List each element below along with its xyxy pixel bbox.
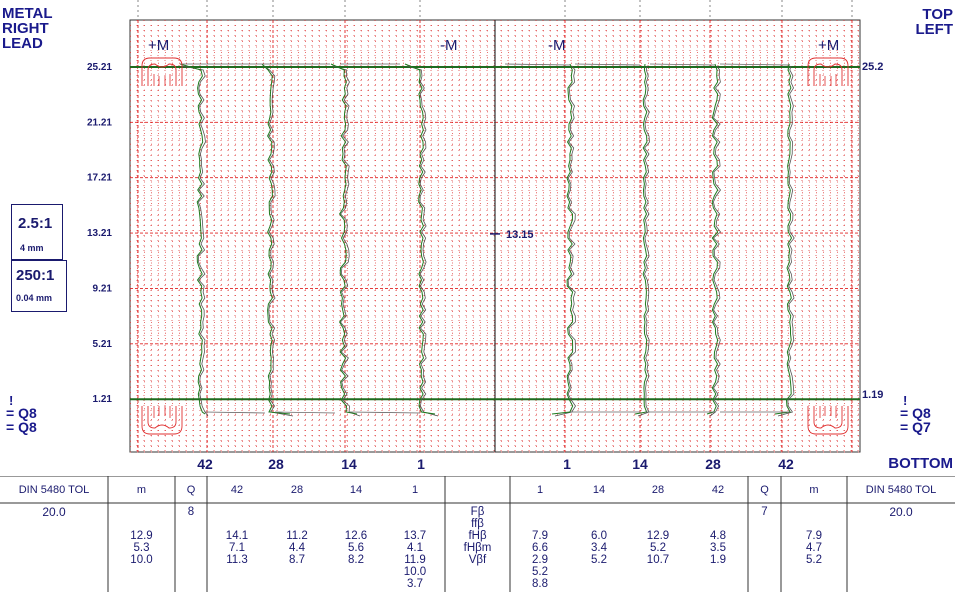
- y-tick-label: 9.21: [93, 283, 113, 294]
- tooth-label-left: 42: [197, 456, 213, 472]
- tooth-label-left: 28: [268, 456, 284, 472]
- left-tol-header: DIN 5480 TOL: [18, 484, 90, 496]
- tooth-label-left: 14: [341, 456, 357, 472]
- left-tooth-42-header: 42: [230, 484, 244, 496]
- right-q-value: 7: [761, 506, 768, 518]
- parameter-name: Fβ: [470, 506, 485, 518]
- parameter-name: Vβf: [468, 554, 487, 566]
- y-tick-label: 13.21: [87, 228, 112, 239]
- y-tick-label: 21.21: [87, 117, 112, 128]
- parameter-names: Fβ ffβ fHβ fHβm Vβf: [445, 506, 510, 566]
- left-tol-value: 20.0: [42, 505, 66, 519]
- top-guides: [137, 0, 853, 20]
- right-m-header: m: [809, 484, 819, 496]
- y-tick-label: 17.21: [87, 173, 112, 184]
- parameter-name: fHβm: [463, 542, 492, 554]
- left-m-header: m: [136, 484, 147, 496]
- right-tol-header: DIN 5480 TOL: [865, 484, 937, 496]
- lower-limit-label: 1.19: [862, 389, 883, 401]
- right-m-values: 7.9 4.7 5.2: [806, 530, 822, 566]
- results-table: DIN 5480 TOL m Q 42 28 14 1 1 14 28 42 Q…: [0, 476, 955, 592]
- tooth-label-right: 1: [563, 456, 571, 472]
- tooth-label-right: 14: [632, 456, 648, 472]
- right-tol-value: 20.0: [889, 505, 913, 519]
- left-tooth-1-header: 1: [411, 484, 419, 496]
- right-tooth-14-header: 14: [592, 484, 606, 496]
- parameter-name: fHβ: [468, 530, 487, 542]
- m-marker: -M: [440, 37, 458, 54]
- y-tick-label: 5.21: [93, 339, 113, 350]
- left-m-values: 12.9 5.3 10.0: [130, 530, 153, 566]
- parameter-name: ffβ: [471, 518, 484, 530]
- tooth-label-left: 1: [417, 456, 425, 472]
- right-tooth-1-values: 7.9 6.6 2.9 5.2 8.8: [532, 530, 548, 590]
- right-tooth-42-header: 42: [711, 484, 725, 496]
- right-q-header: Q: [760, 484, 769, 496]
- left-tooth-42-values: 14.1 7.1 11.3: [225, 530, 249, 566]
- lead-chart: 25.21 21.21 17.21 13.21 9.21 5.21 1.21 25.2 1.1…: [87, 0, 883, 472]
- tooth-label-right: 28: [705, 456, 721, 472]
- left-tooth-14-header: 14: [349, 484, 363, 496]
- right-tooth-42-values: 4.8 3.5 1.9: [710, 530, 726, 566]
- m-marker: +M: [148, 37, 169, 54]
- left-tooth-28-values: 11.2 4.4 8.7: [286, 530, 308, 566]
- y-tick-label: 1.21: [93, 394, 113, 405]
- center-label: 13.15: [506, 229, 534, 241]
- left-q-header: Q: [186, 484, 196, 496]
- left-tooth-14-values: 12.6 5.6 8.2: [344, 530, 368, 566]
- y-tick-label: 25.21: [87, 62, 112, 73]
- y-axis-ticks: 25.21 21.21 17.21 13.21 9.21 5.21 1.21: [87, 62, 112, 405]
- m-marker: -M: [548, 37, 566, 54]
- left-tooth-28-header: 28: [290, 484, 304, 496]
- right-tooth-28-values: 12.9 5.2 10.7: [646, 530, 670, 566]
- tooth-labels: 42 28 14 1 1 14 28 42: [197, 456, 794, 472]
- tooth-label-right: 42: [778, 456, 794, 472]
- left-tooth-1-values: 13.7 4.1 11.9 10.0 3.7: [403, 530, 427, 590]
- left-q-value: 8: [187, 506, 195, 518]
- right-tooth-1-header: 1: [536, 484, 544, 496]
- upper-limit-label: 25.2: [862, 61, 883, 73]
- m-marker: +M: [818, 37, 839, 54]
- right-tooth-14-values: 6.0 3.4 5.2: [591, 530, 607, 566]
- right-tooth-28-header: 28: [651, 484, 665, 496]
